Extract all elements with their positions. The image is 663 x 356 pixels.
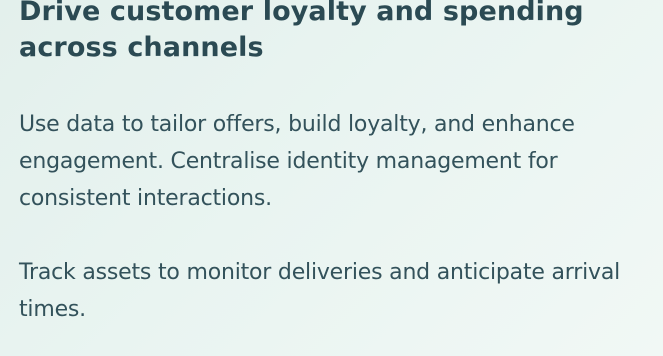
card-paragraph-asset-tracking: Track assets to monitor deliveries and a…: [19, 260, 621, 322]
feature-card: Drive customer loyalty and spending acro…: [0, 0, 663, 356]
card-heading: Drive customer loyalty and spending acro…: [19, 0, 584, 63]
card-paragraph-personalisation: Use data to tailor offers, build loyalty…: [19, 112, 575, 211]
